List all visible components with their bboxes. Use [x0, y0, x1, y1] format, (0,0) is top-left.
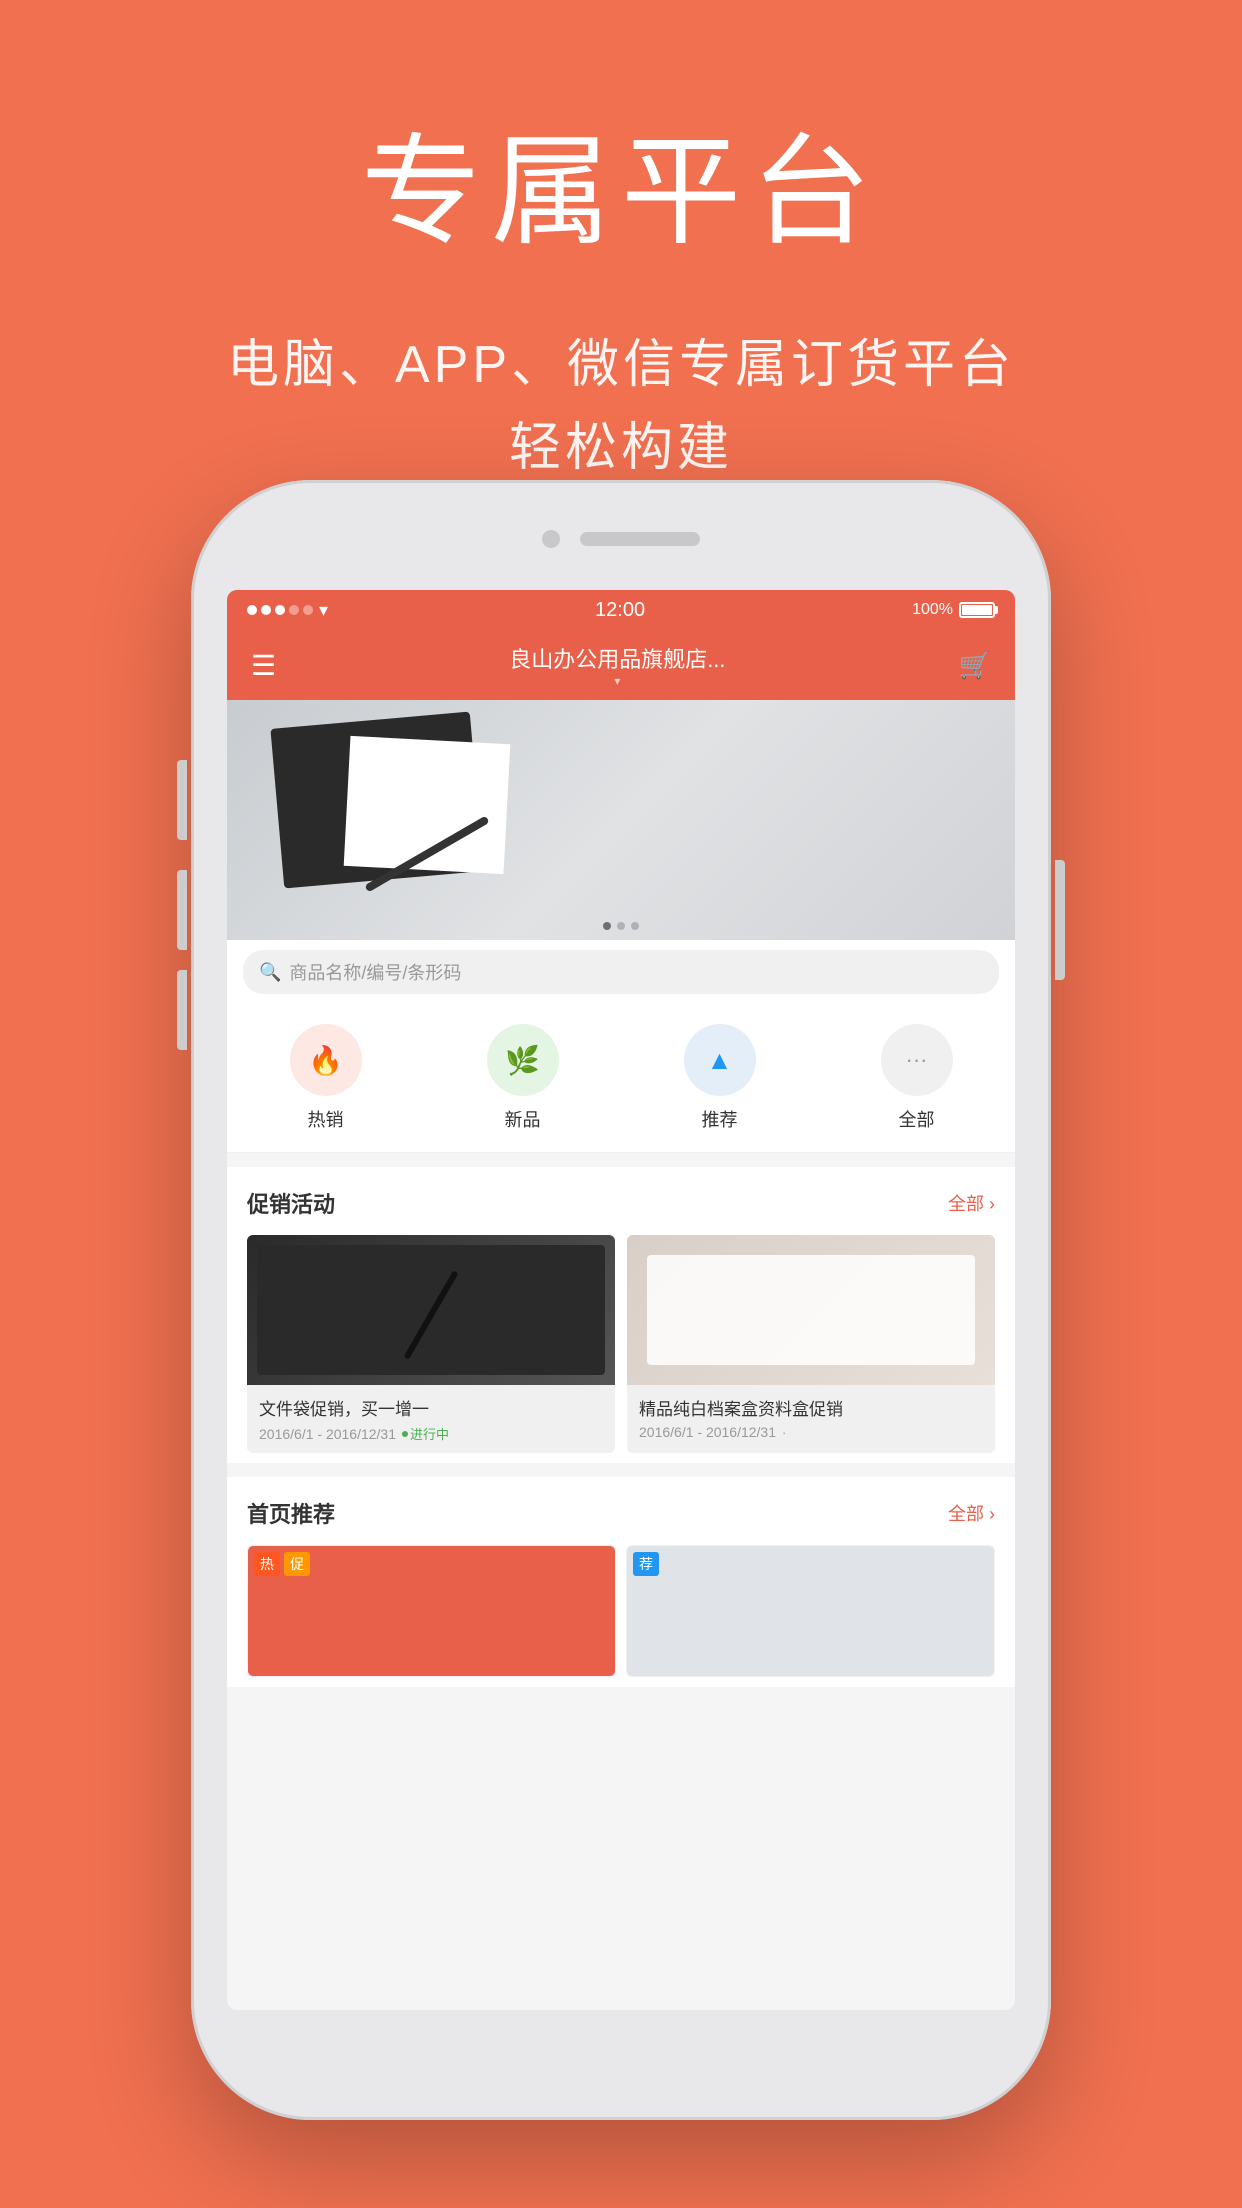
category-hot-icon: 🔥: [290, 1024, 362, 1096]
promo-card-2[interactable]: 精品纯白档案盒资料盒促销 2016/6/1 - 2016/12/31 ·: [627, 1235, 995, 1453]
volume-down-button: [177, 870, 187, 950]
status-time: 12:00: [595, 599, 645, 622]
rec-card-2[interactable]: 荐: [626, 1545, 995, 1677]
promo-img-2: [627, 1235, 995, 1385]
banner-dot-2: [617, 922, 625, 930]
phone-screen: ▾ 12:00 100% ☰ 良山办公用品旗舰店... ▾: [227, 590, 1015, 2010]
rec-img-2: 荐: [627, 1546, 994, 1676]
hot-flame-icon: 🔥: [308, 1044, 343, 1077]
categories: 🔥 热销 🌿 新品 ▲ 推荐: [227, 1004, 1015, 1153]
promo-section-header: 促销活动 全部 ›: [247, 1187, 995, 1219]
recommend-header: 首页推荐 全部 ›: [247, 1497, 995, 1529]
menu-icon[interactable]: ☰: [251, 649, 276, 682]
phone-outer: ▾ 12:00 100% ☰ 良山办公用品旗舰店... ▾: [191, 480, 1051, 2120]
promo-info-1: 文件袋促销，买一增一 2016/6/1 - 2016/12/31 进行中: [247, 1385, 615, 1453]
search-bar: 🔍 商品名称/编号/条形码: [227, 940, 1015, 1004]
silent-button: [177, 970, 187, 1050]
tag-promo-1: 促: [284, 1552, 310, 1576]
banner-dot-3: [631, 922, 639, 930]
volume-up-button: [177, 760, 187, 840]
promo-name-2: 精品纯白档案盒资料盒促销: [639, 1395, 983, 1420]
signal-dot-5: [303, 605, 313, 615]
nav-dropdown-icon: ▾: [509, 674, 725, 688]
battery-fill: [962, 605, 992, 615]
subtitle-line1: 电脑、APP、微信专属订货平台: [0, 324, 1242, 407]
rec-card-1[interactable]: 热 促: [247, 1545, 616, 1677]
promo-more-button[interactable]: 全部 ›: [948, 1190, 995, 1216]
phone-speaker: [580, 532, 700, 546]
promo-status-2: ·: [782, 1425, 786, 1440]
nav-bar: ☰ 良山办公用品旗舰店... ▾ 🛒: [227, 630, 1015, 700]
status-bar: ▾ 12:00 100%: [227, 590, 1015, 630]
promo-white-item: [647, 1255, 975, 1365]
promo-date-1: 2016/6/1 - 2016/12/31 进行中: [259, 1424, 603, 1443]
category-hot[interactable]: 🔥 热销: [290, 1024, 362, 1132]
tag-hot-1: 热: [254, 1552, 280, 1576]
recommend-title: 首页推荐: [247, 1497, 335, 1529]
recommend-more-button[interactable]: 全部 ›: [948, 1500, 995, 1526]
status-right: 100%: [912, 601, 995, 619]
subtitle: 电脑、APP、微信专属订货平台 轻松构建: [0, 324, 1242, 490]
category-rec-label: 推荐: [702, 1106, 738, 1132]
category-hot-label: 热销: [308, 1106, 344, 1132]
category-new-icon: 🌿: [487, 1024, 559, 1096]
rec-img-1: 热 促: [248, 1546, 615, 1676]
tag-rec-1: 荐: [633, 1552, 659, 1576]
all-dots-icon: ···: [906, 1047, 928, 1073]
search-icon: 🔍: [259, 962, 281, 983]
wifi-icon: ▾: [319, 600, 328, 621]
promo-info-2: 精品纯白档案盒资料盒促销 2016/6/1 - 2016/12/31 ·: [627, 1385, 995, 1450]
nav-title-group: 良山办公用品旗舰店... ▾: [509, 642, 725, 688]
new-leaf-icon: 🌿: [505, 1044, 540, 1077]
phone-camera: [542, 530, 560, 548]
rec-triangle-icon: ▲: [707, 1045, 733, 1076]
promo-img-1: [247, 1235, 615, 1385]
category-all-label: 全部: [899, 1106, 935, 1132]
subtitle-line2: 轻松构建: [0, 407, 1242, 490]
promo-date-2: 2016/6/1 - 2016/12/31 ·: [639, 1424, 983, 1440]
battery-icon: [959, 602, 995, 618]
promo-section: 促销活动 全部 › 文件袋促销，买一增一: [227, 1167, 1015, 1463]
category-all[interactable]: ··· 全部: [881, 1024, 953, 1132]
recommend-section: 首页推荐 全部 › 热 促: [227, 1477, 1015, 1687]
header-section: 专属平台 电脑、APP、微信专属订货平台 轻松构建: [0, 0, 1242, 550]
promo-card-1[interactable]: 文件袋促销，买一增一 2016/6/1 - 2016/12/31 进行中: [247, 1235, 615, 1453]
status-dot-green: [402, 1431, 408, 1437]
nav-title: 良山办公用品旗舰店...: [509, 642, 725, 674]
power-button: [1055, 860, 1065, 980]
signal-dots: [247, 605, 313, 615]
promo-status-1: 进行中: [402, 1424, 449, 1443]
category-new-label: 新品: [505, 1106, 541, 1132]
status-left: ▾: [247, 600, 328, 621]
banner[interactable]: [227, 700, 1015, 940]
category-rec-icon: ▲: [684, 1024, 756, 1096]
promo-grid: 文件袋促销，买一增一 2016/6/1 - 2016/12/31 进行中: [247, 1235, 995, 1453]
promo-date-text-2: 2016/6/1 - 2016/12/31: [639, 1424, 776, 1440]
signal-dot-3: [275, 605, 285, 615]
banner-indicators: [603, 922, 639, 930]
signal-dot-4: [289, 605, 299, 615]
signal-dot-1: [247, 605, 257, 615]
recommend-grid: 热 促 荐: [247, 1545, 995, 1677]
category-rec[interactable]: ▲ 推荐: [684, 1024, 756, 1132]
category-new[interactable]: 🌿 新品: [487, 1024, 559, 1132]
category-all-icon: ···: [881, 1024, 953, 1096]
phone-mockup: ▾ 12:00 100% ☰ 良山办公用品旗舰店... ▾: [191, 480, 1051, 2120]
promo-name-1: 文件袋促销，买一增一: [259, 1395, 603, 1420]
main-title: 专属平台: [0, 120, 1242, 264]
battery-percent: 100%: [912, 601, 953, 619]
promo-title: 促销活动: [247, 1187, 335, 1219]
search-input-wrap[interactable]: 🔍 商品名称/编号/条形码: [243, 950, 999, 994]
phone-top-bar: [542, 530, 700, 548]
promo-date-text-1: 2016/6/1 - 2016/12/31: [259, 1426, 396, 1442]
signal-dot-2: [261, 605, 271, 615]
search-placeholder: 商品名称/编号/条形码: [289, 959, 461, 985]
banner-dot-1: [603, 922, 611, 930]
cart-icon[interactable]: 🛒: [959, 650, 991, 681]
